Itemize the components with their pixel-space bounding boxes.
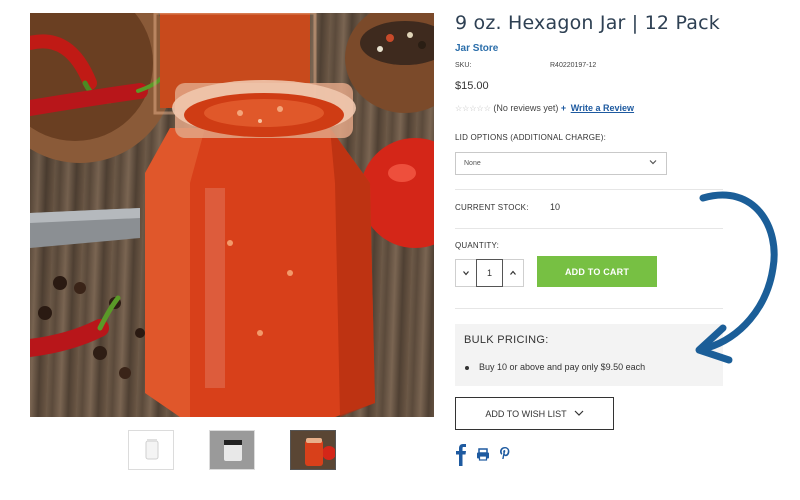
lid-options-select[interactable]: None — [455, 152, 667, 175]
product-main-image — [30, 13, 434, 417]
bullet-icon — [465, 365, 469, 370]
divider — [455, 308, 723, 309]
rating-row: ☆☆☆☆☆ (No reviews yet) + Write a Review — [455, 103, 634, 113]
current-stock-value: 10 — [550, 202, 561, 212]
plus-icon: + — [560, 103, 567, 113]
bulk-pricing-item: Buy 10 or above and pay only $9.50 each — [465, 362, 645, 372]
curved-arrow-icon — [695, 191, 778, 364]
pinterest-icon[interactable] — [499, 444, 511, 466]
chevron-down-icon — [649, 158, 657, 168]
chevron-down-icon — [574, 409, 584, 419]
thumbnail-empty-jar[interactable] — [128, 430, 174, 470]
wishlist-label: ADD TO WISH LIST — [485, 408, 567, 419]
print-icon[interactable] — [476, 444, 490, 466]
thumbnail-jar-lid[interactable] — [209, 430, 255, 470]
quantity-label: QUANTITY: — [455, 241, 500, 250]
add-to-cart-button[interactable]: ADD TO CART — [537, 256, 657, 287]
bulk-pricing-item-text: Buy 10 or above and pay only $9.50 each — [479, 362, 646, 372]
thumbnail-salsa-jar[interactable] — [290, 430, 336, 470]
lid-options-value: None — [464, 160, 481, 167]
reviews-count: (No reviews yet) — [493, 103, 559, 113]
quantity-input[interactable]: 1 — [476, 259, 503, 287]
facebook-icon[interactable] — [455, 444, 467, 466]
quantity-decrement-button[interactable] — [455, 259, 476, 287]
quantity-increment-button[interactable] — [503, 259, 524, 287]
divider — [455, 228, 723, 229]
product-title: 9 oz. Hexagon Jar | 12 Pack — [455, 12, 720, 34]
chevron-up-icon — [510, 270, 516, 275]
chevron-down-icon — [463, 271, 469, 276]
product-price: $15.00 — [455, 80, 489, 92]
bulk-pricing-panel: BULK PRICING: Buy 10 or above and pay on… — [455, 324, 723, 386]
lid-options-label: LID OPTIONS (ADDITIONAL CHARGE): — [455, 133, 607, 142]
divider — [455, 189, 723, 190]
star-rating-icon: ☆☆☆☆☆ — [455, 104, 491, 113]
sku-label: SKU: — [455, 62, 472, 69]
current-stock-label: CURRENT STOCK: — [455, 203, 529, 212]
add-to-wishlist-button[interactable]: ADD TO WISH LIST — [455, 397, 614, 430]
sku-value: R40220197-12 — [550, 62, 597, 69]
write-review-link[interactable]: Write a Review — [571, 103, 634, 113]
bulk-pricing-title: BULK PRICING: — [464, 334, 549, 346]
brand-link[interactable]: Jar Store — [455, 43, 498, 54]
